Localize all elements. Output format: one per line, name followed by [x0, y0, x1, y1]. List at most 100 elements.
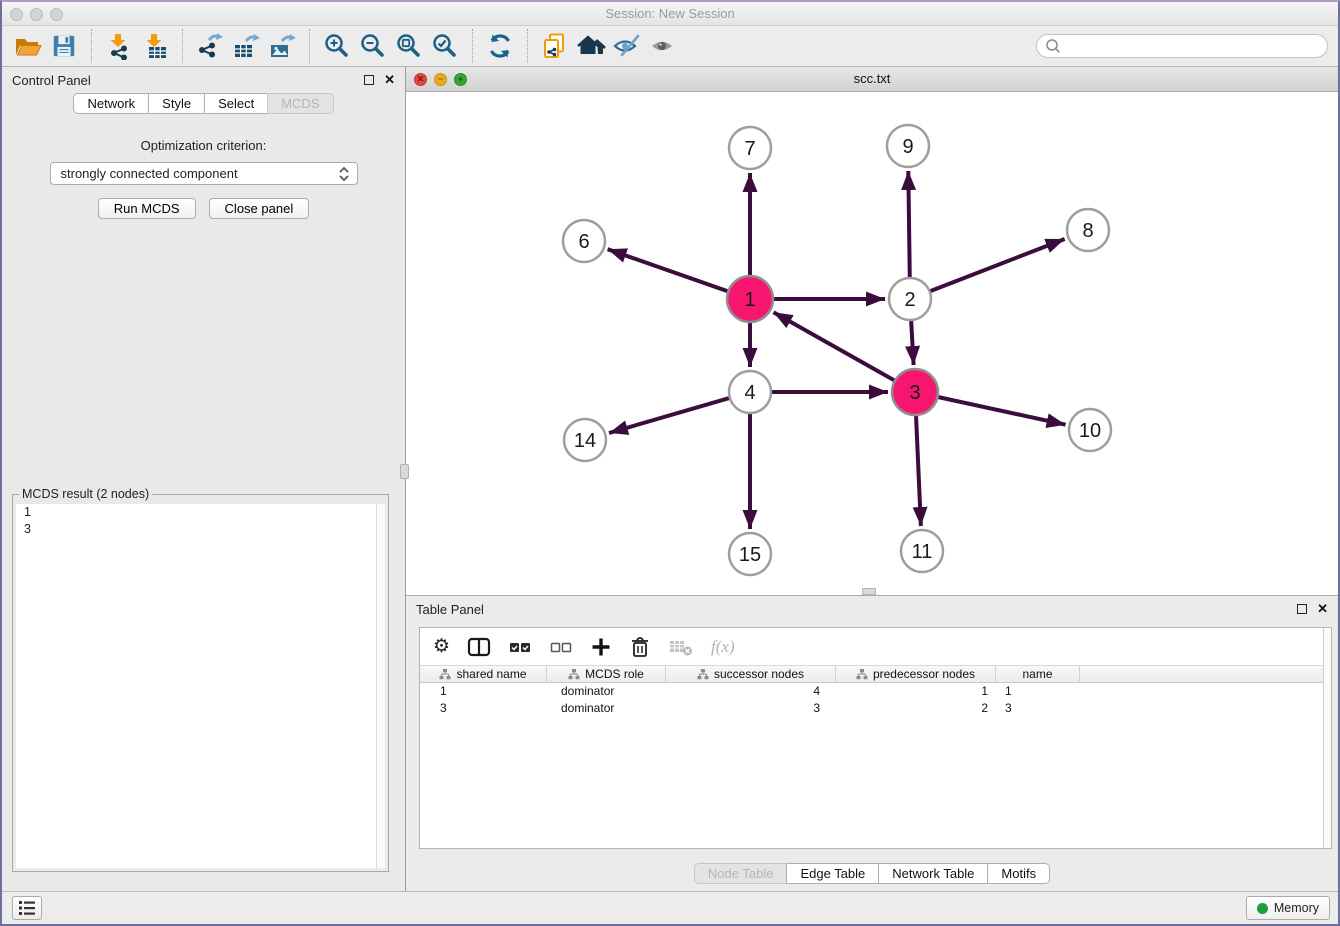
table-mode-button[interactable]: ⚙	[433, 637, 450, 656]
float-panel-icon[interactable]	[364, 75, 374, 85]
task-history-button[interactable]	[12, 896, 42, 920]
memory-button[interactable]: Memory	[1246, 896, 1330, 920]
search-input[interactable]	[1066, 36, 1327, 56]
function-builder-button[interactable]: f(x)	[711, 637, 735, 657]
export-image-button[interactable]	[264, 29, 300, 63]
zoom-out-button[interactable]	[355, 29, 391, 63]
graph-node-6[interactable]: 6	[563, 220, 605, 262]
network-canvas[interactable]: 7 9 6 8 1 2 4 3 14 10 15 11	[406, 92, 1338, 595]
canvas-splitter-grip[interactable]	[862, 588, 876, 595]
graph-edge-2-9[interactable]	[908, 171, 910, 280]
table-cell: dominator	[547, 683, 666, 700]
search-icon	[1045, 38, 1061, 54]
memory-status-dot	[1257, 903, 1268, 914]
column-header-MCDS-role[interactable]: MCDS role	[547, 666, 666, 682]
graph-node-2[interactable]: 2	[889, 278, 931, 320]
table-cell: 3	[996, 700, 1080, 717]
table-scrollbar[interactable]	[1323, 628, 1331, 848]
graph-node-3[interactable]: 3	[892, 369, 938, 415]
network-graph: 7 9 6 8 1 2 4 3 14 10 15 11	[406, 92, 1338, 595]
open-file-button[interactable]	[10, 29, 46, 63]
graph-node-9[interactable]: 9	[887, 125, 929, 167]
mcds-result-title: MCDS result (2 nodes)	[19, 487, 152, 501]
graph-edge-2-8[interactable]	[928, 239, 1065, 292]
zoom-fit-button[interactable]	[391, 29, 427, 63]
table-tab-network-table[interactable]: Network Table	[878, 863, 988, 884]
show-all-button[interactable]	[645, 29, 681, 63]
home-view-button[interactable]	[573, 29, 609, 63]
import-table-button[interactable]	[137, 29, 173, 63]
status-bar: Memory	[2, 891, 1338, 924]
graph-edge-2-3[interactable]	[911, 318, 914, 365]
table-tab-node-table[interactable]: Node Table	[694, 863, 788, 884]
graph-node-7[interactable]: 7	[729, 127, 771, 169]
graph-node-14[interactable]: 14	[564, 419, 606, 461]
clone-network-button[interactable]	[537, 29, 573, 63]
save-session-button[interactable]	[46, 29, 82, 63]
hide-eye-icon	[612, 33, 642, 59]
column-header-name[interactable]: name	[996, 666, 1080, 682]
node-label: 11	[912, 541, 933, 563]
search-field[interactable]	[1036, 34, 1328, 58]
zoom-out-icon	[359, 32, 387, 60]
show-eye-icon	[648, 33, 678, 59]
delete-button[interactable]	[629, 635, 651, 659]
table-toolbar: ⚙ f(x)	[420, 628, 1331, 665]
table-row[interactable]: 3dominator323	[420, 700, 1331, 717]
hide-selected-button[interactable]	[609, 29, 645, 63]
close-panel-button[interactable]: Close panel	[209, 198, 310, 219]
table-tab-edge-table[interactable]: Edge Table	[786, 863, 879, 884]
table-header-row: shared nameMCDS rolesuccessor nodesprede…	[420, 665, 1331, 683]
zoom-selected-button[interactable]	[427, 29, 463, 63]
tab-style[interactable]: Style	[148, 93, 205, 114]
control-panel-tabs: NetworkStyleSelectMCDS	[2, 93, 405, 114]
close-table-panel-icon[interactable]: ✕	[1317, 604, 1328, 614]
criterion-dropdown[interactable]: strongly connected component	[50, 162, 358, 185]
application-window: { "window": { "title": "Session: New Ses…	[0, 0, 1340, 926]
float-table-panel-icon[interactable]	[1297, 604, 1307, 614]
tab-mcds[interactable]: MCDS	[267, 93, 333, 114]
show-columns-button[interactable]	[467, 635, 491, 659]
graph-node-1[interactable]: 1	[727, 276, 773, 322]
graph-node-8[interactable]: 8	[1067, 209, 1109, 251]
node-label: 4	[744, 382, 755, 404]
zoom-selected-icon	[431, 32, 459, 60]
deselect-all-button[interactable]	[549, 635, 573, 659]
graph-edge-4-14[interactable]	[609, 397, 732, 433]
gear-icon: ⚙	[433, 637, 450, 656]
graph-edge-3-1[interactable]	[774, 312, 897, 381]
graph-edge-3-10[interactable]	[936, 397, 1066, 425]
export-table-button[interactable]	[228, 29, 264, 63]
select-all-button[interactable]	[508, 635, 532, 659]
tab-network[interactable]: Network	[73, 93, 149, 114]
column-header-shared-name[interactable]: shared name	[420, 666, 547, 682]
column-header-predecessor-nodes[interactable]: predecessor nodes	[836, 666, 996, 682]
panel-splitter-grip[interactable]	[400, 464, 409, 479]
delete-column-button[interactable]	[668, 636, 694, 658]
table-tab-motifs[interactable]: Motifs	[987, 863, 1050, 884]
refresh-layout-button[interactable]	[482, 29, 518, 63]
graph-node-4[interactable]: 4	[729, 371, 771, 413]
graph-node-15[interactable]: 15	[729, 533, 771, 575]
import-network-button[interactable]	[101, 29, 137, 63]
list-icon	[18, 900, 36, 916]
column-label: name	[1022, 667, 1052, 681]
open-folder-icon	[14, 33, 42, 59]
table-cell: 2	[836, 700, 996, 717]
column-header-successor-nodes[interactable]: successor nodes	[666, 666, 836, 682]
zoom-in-button[interactable]	[319, 29, 355, 63]
graph-edge-1-6[interactable]	[608, 249, 731, 292]
result-scrollbar[interactable]	[376, 504, 385, 868]
graph-node-10[interactable]: 10	[1069, 409, 1111, 451]
control-panel-titlebar: Control Panel ✕	[2, 67, 405, 93]
export-network-button[interactable]	[192, 29, 228, 63]
graph-node-11[interactable]: 11	[901, 530, 943, 572]
add-column-button[interactable]	[590, 636, 612, 658]
table-row[interactable]: 1dominator411	[420, 683, 1331, 700]
tab-select[interactable]: Select	[204, 93, 268, 114]
run-mcds-button[interactable]: Run MCDS	[98, 198, 196, 219]
graph-edge-3-11[interactable]	[916, 413, 921, 526]
save-icon	[51, 33, 77, 59]
homes-icon	[576, 33, 606, 59]
close-panel-icon[interactable]: ✕	[384, 75, 395, 85]
